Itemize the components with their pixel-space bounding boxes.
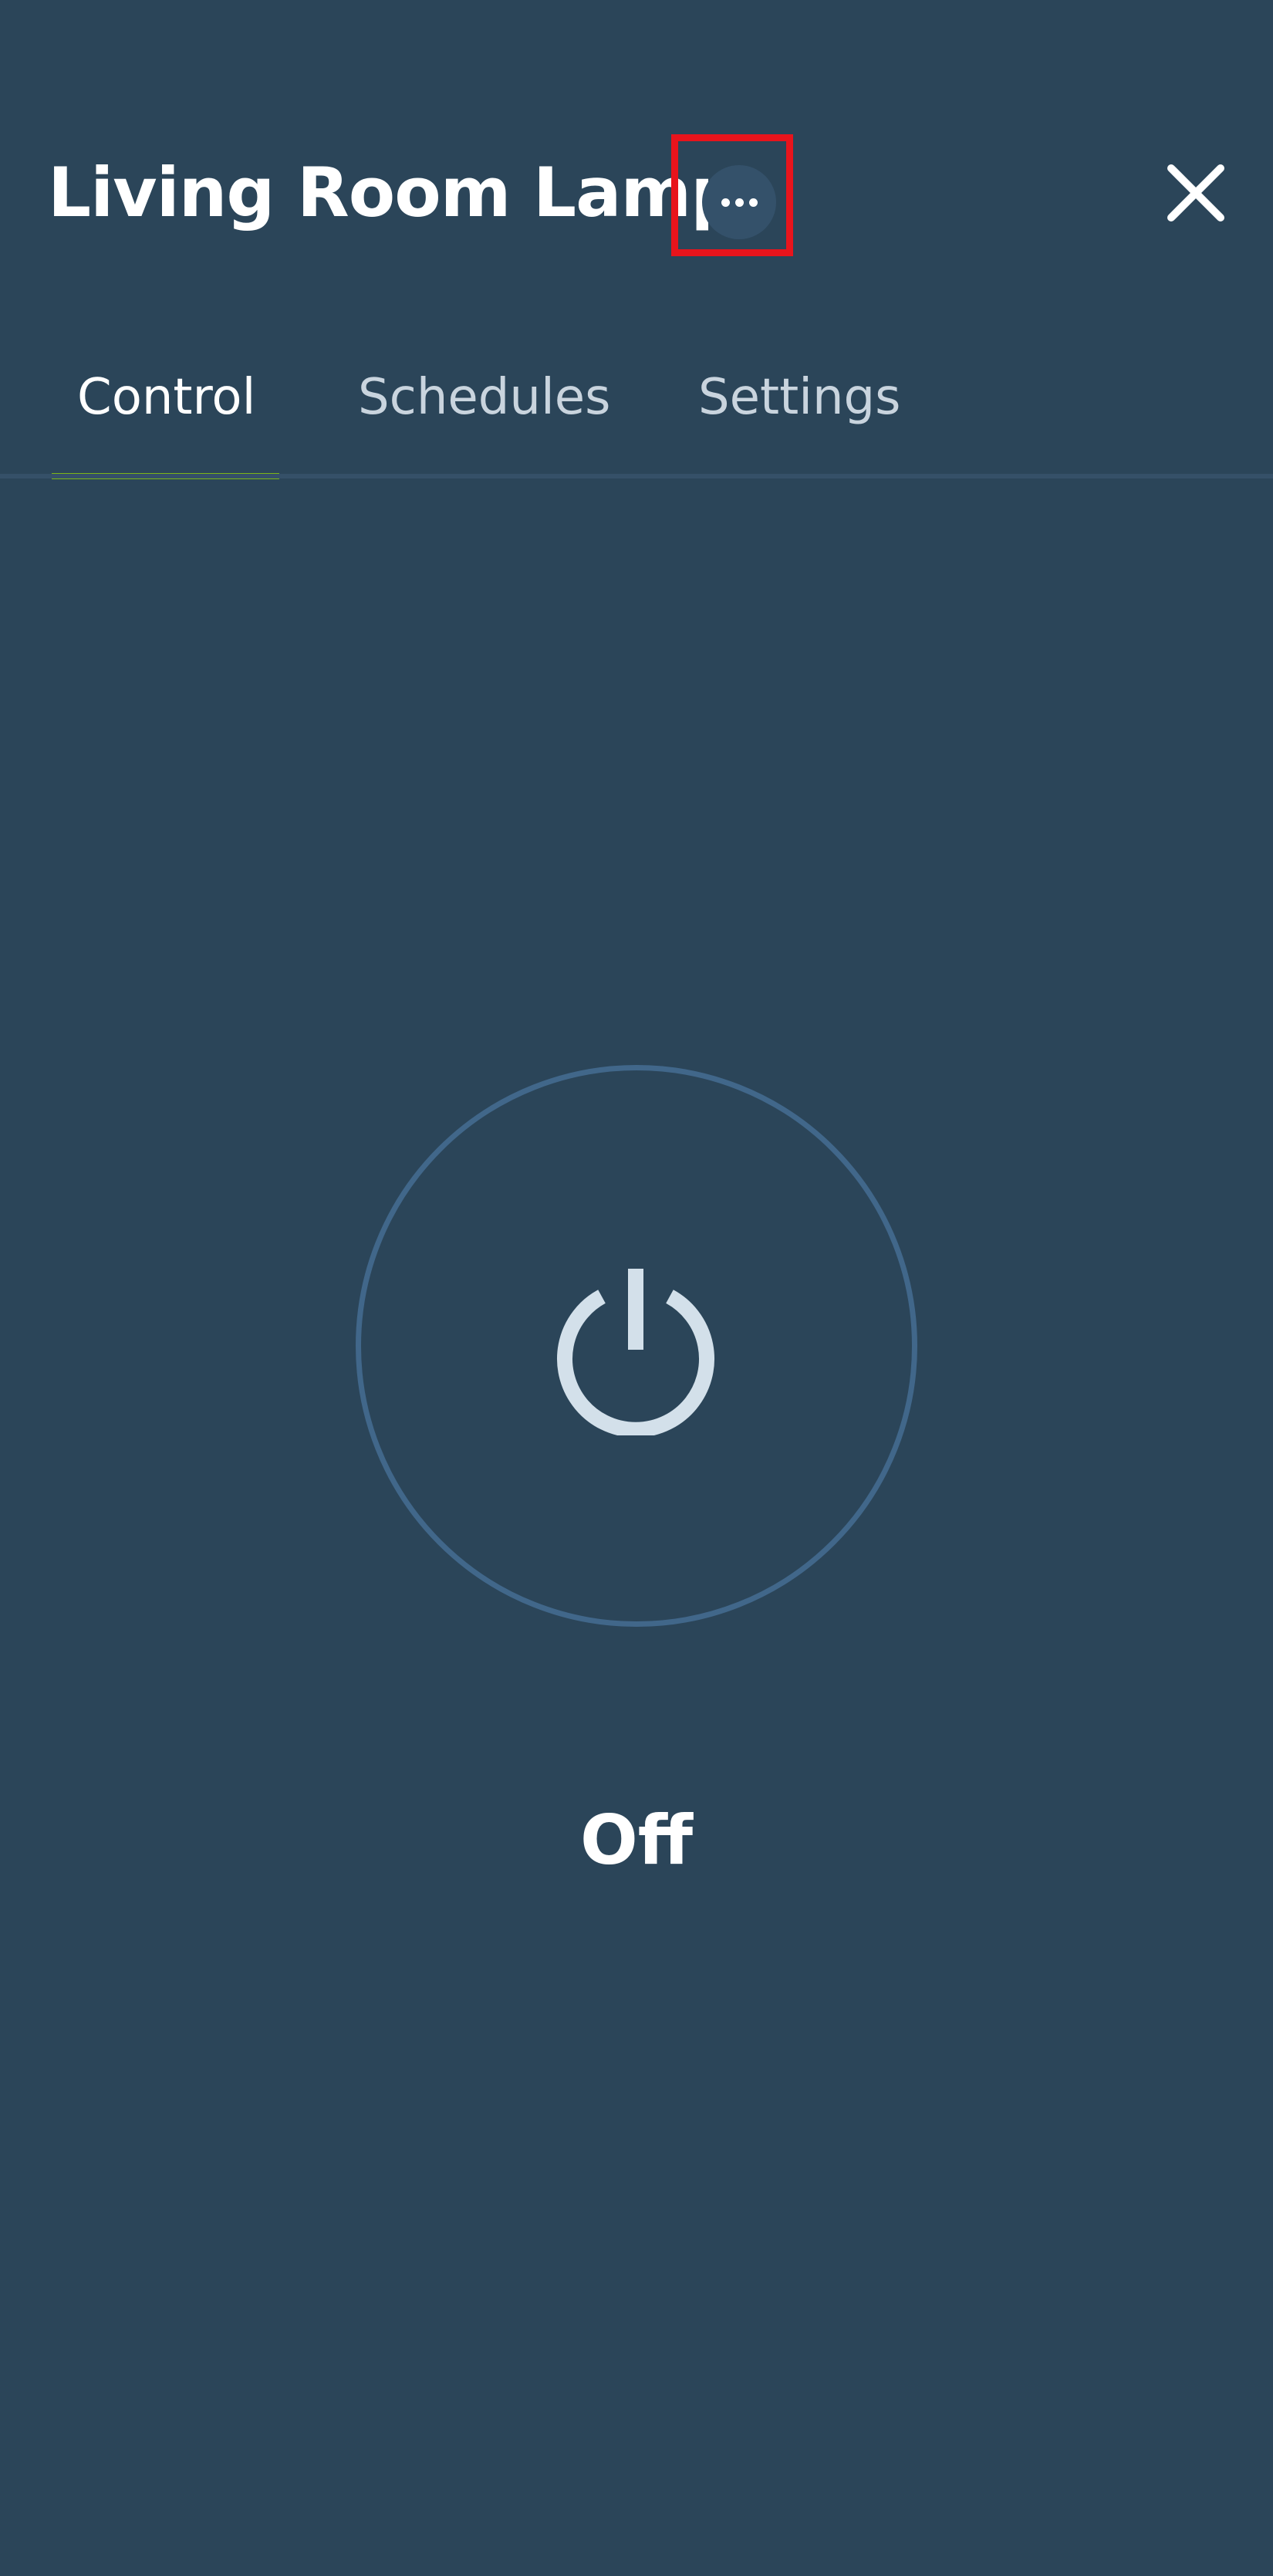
tab-divider — [0, 474, 1273, 478]
device-header: Living Room Lamp — [0, 0, 1273, 278]
more-horizontal-icon — [721, 198, 758, 207]
close-button[interactable] — [1157, 154, 1234, 232]
more-options-button[interactable] — [702, 165, 776, 239]
tab-bar: Control Schedules Settings — [0, 332, 1273, 479]
tab-settings[interactable]: Settings — [698, 363, 901, 432]
close-icon — [1167, 164, 1224, 221]
tab-schedules[interactable]: Schedules — [358, 363, 610, 432]
power-state-label: Off — [579, 1800, 694, 1880]
more-button-highlight — [671, 134, 793, 256]
page-title: Living Room Lamp — [48, 153, 739, 232]
power-icon — [557, 1269, 714, 1435]
tab-control[interactable]: Control — [77, 363, 255, 432]
